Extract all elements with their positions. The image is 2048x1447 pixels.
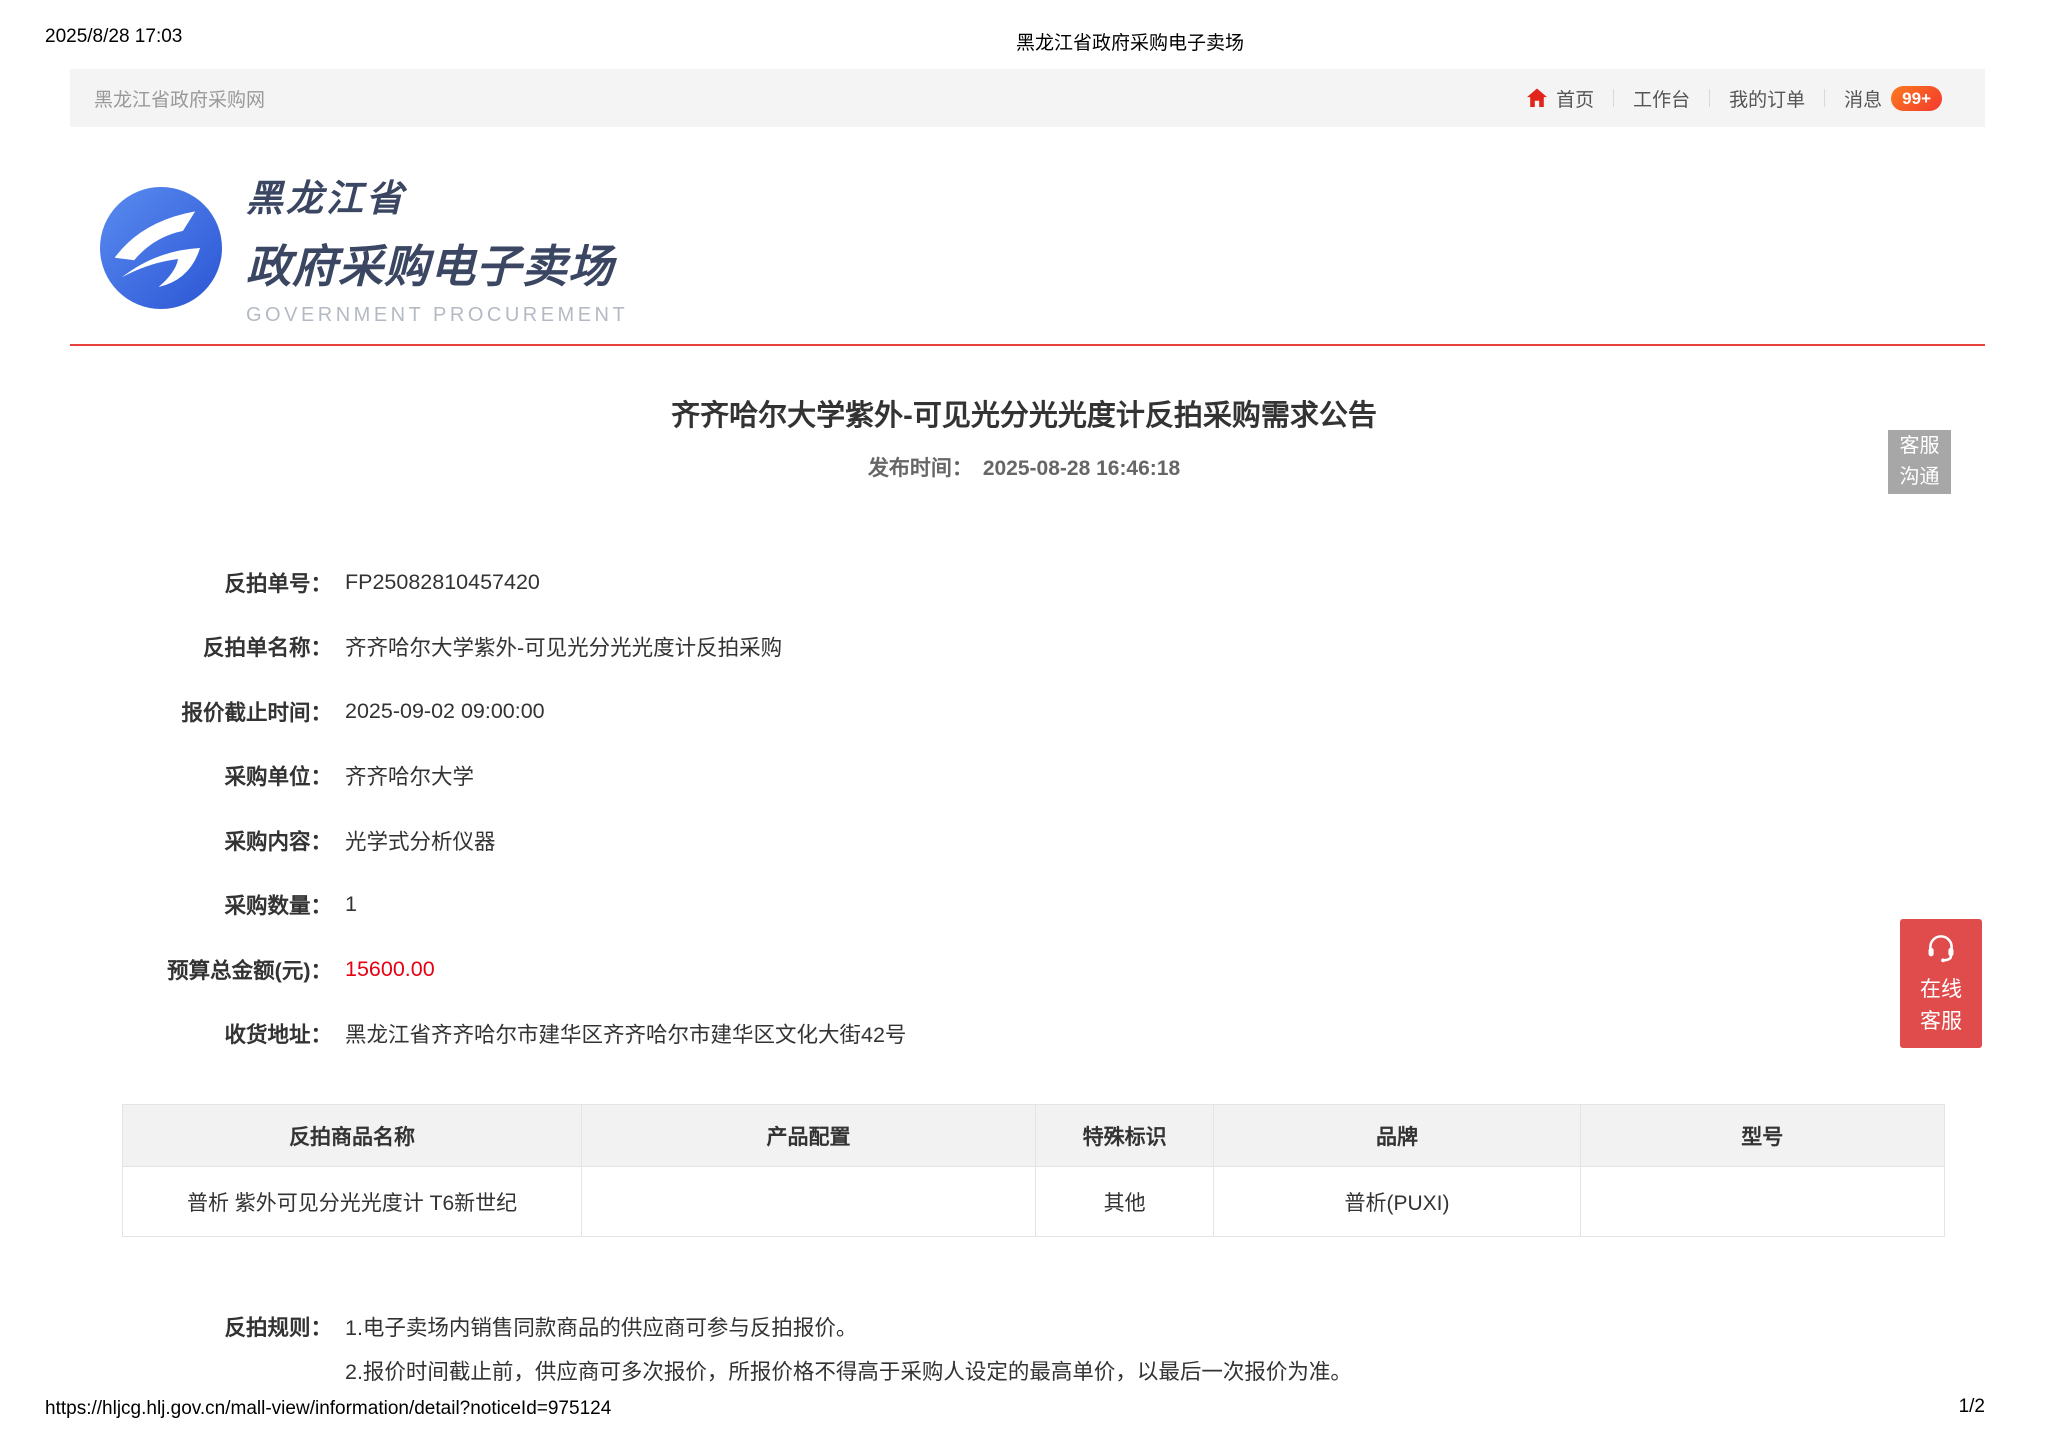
field-value: 2025-09-02 09:00:00 <box>345 699 545 724</box>
cell-special-mark: 其他 <box>1035 1167 1214 1237</box>
rule-item-1: 1.电子卖场内销售同款商品的供应商可参与反拍报价。 <box>345 1306 1352 1350</box>
field-label: 反拍单号： <box>70 567 332 598</box>
print-page-number: 1/2 <box>1959 1396 1985 1418</box>
customer-service-chat-button[interactable]: 客服 沟通 <box>1888 430 1951 494</box>
nav-item-orders[interactable]: 我的订单 <box>1710 85 1824 112</box>
auction-rules: 反拍规则： 1.电子卖场内销售同款商品的供应商可参与反拍报价。 2.报价时间截止… <box>70 1306 1352 1394</box>
col-header-brand: 品牌 <box>1214 1105 1580 1167</box>
publish-time-line: 发布时间： 2025-08-28 16:46:18 <box>0 452 2048 482</box>
field-label: 采购数量： <box>70 889 332 920</box>
field-row-delivery-address: 收货地址： 黑龙江省齐齐哈尔市建华区齐齐哈尔市建华区文化大街42号 <box>70 1002 906 1067</box>
logo-line3: GOVERNMENT PROCUREMENT <box>246 304 628 327</box>
field-label: 预算总金额(元)： <box>70 954 332 985</box>
field-value: FP25082810457420 <box>345 570 540 595</box>
logo-line2: 政府采购电子卖场 <box>246 230 628 295</box>
publish-time-value: 2025-08-28 16:46:18 <box>983 457 1180 480</box>
col-header-configuration: 产品配置 <box>582 1105 1036 1167</box>
field-value: 1 <box>345 892 357 917</box>
print-document-title: 黑龙江省政府采购电子卖场 <box>106 28 2048 55</box>
nav-item-label: 工作台 <box>1633 85 1690 112</box>
nav-item-home[interactable]: 首页 <box>1525 85 1613 112</box>
online-line1: 在线 <box>1920 974 1962 1006</box>
nav-item-workbench[interactable]: 工作台 <box>1614 85 1709 112</box>
field-row-budget-total: 预算总金额(元)： 15600.00 <box>70 937 906 1002</box>
home-icon <box>1525 86 1549 110</box>
field-row-order-name: 反拍单名称： 齐齐哈尔大学紫外-可见光分光光度计反拍采购 <box>70 615 906 680</box>
field-label: 采购内容： <box>70 825 332 856</box>
logo-line1: 黑龙江省 <box>246 168 628 222</box>
top-navbar: 黑龙江省政府采购网 首页 工作台 我的订单 消息 99+ <box>70 69 1985 127</box>
field-value: 黑龙江省齐齐哈尔市建华区齐齐哈尔市建华区文化大街42号 <box>345 1018 906 1049</box>
field-value-budget: 15600.00 <box>345 957 435 982</box>
kefu-line2: 沟通 <box>1900 462 1940 493</box>
field-row-quote-deadline: 报价截止时间： 2025-09-02 09:00:00 <box>70 679 906 744</box>
field-row-purchase-content: 采购内容： 光学式分析仪器 <box>70 808 906 873</box>
col-header-special-mark: 特殊标识 <box>1035 1105 1214 1167</box>
field-row-order-number: 反拍单号： FP25082810457420 <box>70 550 906 615</box>
headset-icon <box>1924 930 1958 964</box>
site-logo[interactable]: 黑龙江省 政府采购电子卖场 GOVERNMENT PROCUREMENT <box>100 168 628 327</box>
field-value: 光学式分析仪器 <box>345 825 496 856</box>
rule-item-2: 2.报价时间截止前，供应商可多次报价，所报价格不得高于采购人设定的最高单价，以最… <box>345 1350 1352 1394</box>
product-table: 反拍商品名称 产品配置 特殊标识 品牌 型号 普析 紫外可见分光光度计 T6新世… <box>122 1104 1945 1237</box>
navbar-menu: 首页 工作台 我的订单 消息 99+ <box>1525 85 1961 112</box>
logo-text: 黑龙江省 政府采购电子卖场 GOVERNMENT PROCUREMENT <box>246 168 628 327</box>
nav-item-label: 首页 <box>1556 85 1594 112</box>
table-row: 普析 紫外可见分光光度计 T6新世纪 其他 普析(PUXI) <box>123 1167 1945 1237</box>
rules-list: 1.电子卖场内销售同款商品的供应商可参与反拍报价。 2.报价时间截止前，供应商可… <box>345 1306 1352 1394</box>
nav-item-label: 我的订单 <box>1729 85 1805 112</box>
nav-item-messages[interactable]: 消息 99+ <box>1825 85 1961 112</box>
col-header-product-name: 反拍商品名称 <box>123 1105 582 1167</box>
field-label: 报价截止时间： <box>70 696 332 727</box>
cell-model <box>1580 1167 1944 1237</box>
field-label: 采购单位： <box>70 760 332 791</box>
field-value: 齐齐哈尔大学紫外-可见光分光光度计反拍采购 <box>345 631 782 662</box>
field-value: 齐齐哈尔大学 <box>345 760 474 791</box>
kefu-line1: 客服 <box>1900 431 1940 462</box>
cell-configuration <box>582 1167 1036 1237</box>
messages-count-badge: 99+ <box>1891 86 1942 111</box>
red-divider <box>70 344 1985 346</box>
notice-title: 齐齐哈尔大学紫外-可见光分光光度计反拍采购需求公告 <box>0 392 2048 434</box>
logo-dragon-icon <box>100 187 222 309</box>
site-name[interactable]: 黑龙江省政府采购网 <box>94 85 265 112</box>
online-line2: 客服 <box>1920 1006 1962 1038</box>
field-row-quantity: 采购数量： 1 <box>70 873 906 938</box>
nav-item-label: 消息 <box>1844 85 1882 112</box>
field-label: 反拍单名称： <box>70 631 332 662</box>
field-label: 收货地址： <box>70 1018 332 1049</box>
col-header-model: 型号 <box>1580 1105 1944 1167</box>
table-header-row: 反拍商品名称 产品配置 特殊标识 品牌 型号 <box>123 1105 1945 1167</box>
cell-brand: 普析(PUXI) <box>1214 1167 1580 1237</box>
print-source-url: https://hljcg.hlj.gov.cn/mall-view/infor… <box>45 1398 611 1420</box>
field-row-purchaser: 采购单位： 齐齐哈尔大学 <box>70 744 906 809</box>
cell-product-name: 普析 紫外可见分光光度计 T6新世纪 <box>123 1167 582 1237</box>
notice-fields: 反拍单号： FP25082810457420 反拍单名称： 齐齐哈尔大学紫外-可… <box>70 550 906 1066</box>
online-service-button[interactable]: 在线 客服 <box>1900 919 1982 1048</box>
rules-label: 反拍规则： <box>70 1306 332 1394</box>
publish-time-label: 发布时间： <box>868 457 973 480</box>
